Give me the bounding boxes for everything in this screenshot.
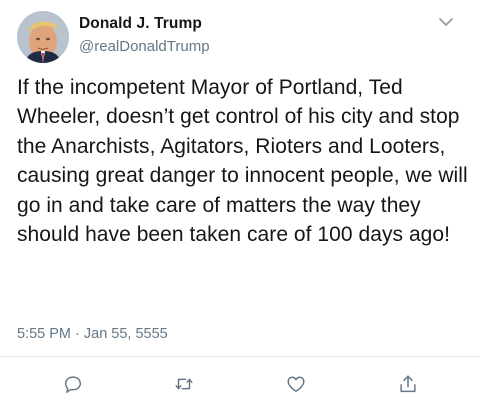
divider [0, 356, 480, 357]
tweet-card: Donald J. Trump @realDonaldTrump If the … [0, 0, 480, 410]
like-button[interactable] [285, 373, 307, 395]
chevron-down-icon[interactable] [436, 14, 456, 30]
heart-icon [287, 376, 305, 393]
retweet-button[interactable] [173, 373, 195, 395]
tweet-text: If the incompetent Mayor of Portland, Te… [17, 76, 468, 247]
display-name[interactable]: Donald J. Trump [79, 15, 202, 33]
retweet-icon [175, 378, 193, 390]
share-icon [400, 375, 416, 393]
reply-icon [64, 376, 82, 393]
reply-button[interactable] [62, 373, 84, 395]
avatar[interactable] [17, 11, 69, 63]
tweet-timestamp[interactable]: 5:55 PM · Jan 55, 5555 [17, 326, 168, 342]
user-handle[interactable]: @realDonaldTrump [79, 38, 210, 55]
share-button[interactable] [397, 373, 419, 395]
avatar-image [17, 11, 69, 63]
